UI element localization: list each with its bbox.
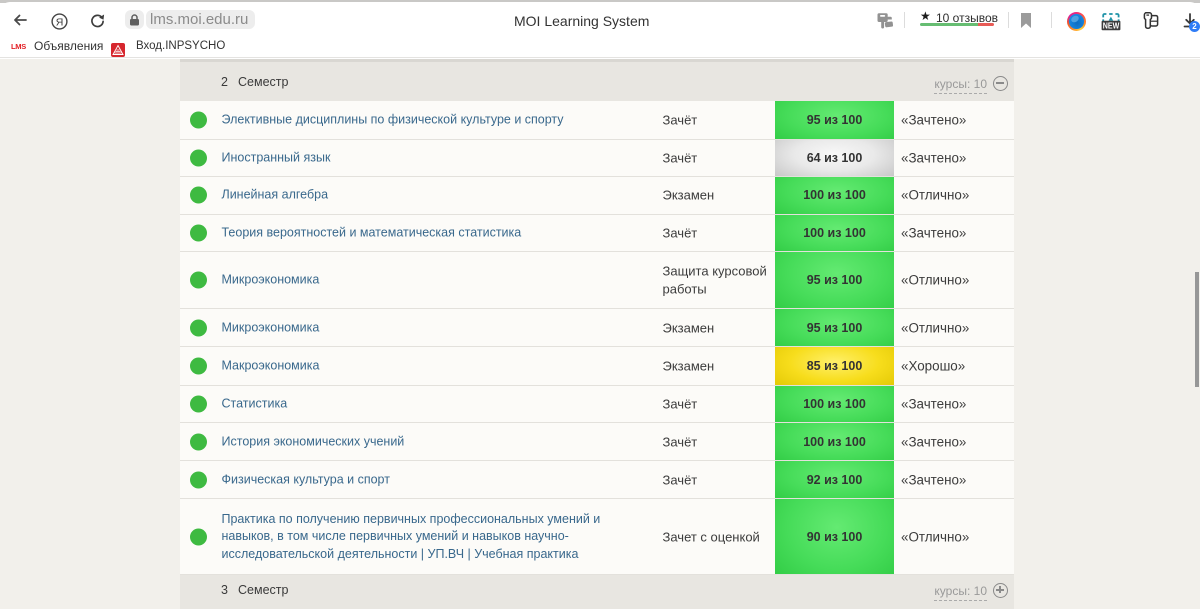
svg-text:Я: Я (56, 16, 64, 28)
svg-text:NEW: NEW (1103, 21, 1120, 30)
